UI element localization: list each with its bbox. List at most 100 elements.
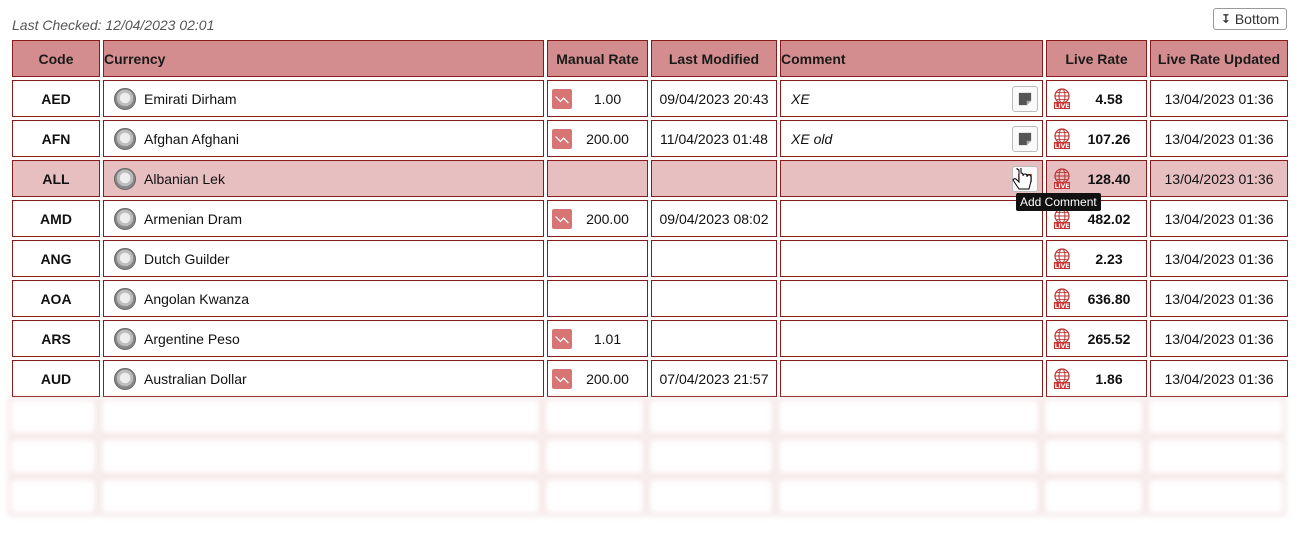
live-rate-value: 128.40 (1087, 170, 1131, 187)
cell-comment (780, 240, 1043, 277)
cell-currency: Emirati Dirham (103, 80, 544, 117)
cell-live-rate-updated: 13/04/2023 01:36 (1150, 200, 1288, 237)
cell-code: ARS (12, 320, 100, 357)
cell-last-modified (651, 280, 777, 317)
coin-stack-icon (114, 287, 136, 310)
currency-rates-table: Code Currency Manual Rate Last Modified … (9, 37, 1291, 400)
trend-chart-icon[interactable] (552, 328, 572, 349)
cell-currency: Afghan Afghani (103, 120, 544, 157)
cell-live-rate-updated: 13/04/2023 01:36 (1150, 280, 1288, 317)
currency-name: Argentine Peso (144, 330, 240, 347)
manual-rate-value: 1.00 (593, 90, 622, 107)
column-header-live-rate[interactable]: Live Rate (1046, 40, 1147, 77)
cell-live-rate: LIVE 4.58 (1046, 80, 1147, 117)
trend-chart-icon[interactable] (552, 88, 572, 109)
cell-live-rate-updated: 13/04/2023 01:36 (1150, 120, 1288, 157)
cell-manual-rate[interactable]: 1.01 (547, 320, 648, 357)
cell-comment: XE (780, 80, 1043, 117)
comment-text: XE old (791, 130, 833, 147)
cell-live-rate: LIVE 1.86 (1046, 360, 1147, 397)
cell-comment (780, 160, 1043, 197)
svg-text:LIVE: LIVE (1055, 383, 1070, 390)
cell-last-modified: 11/04/2023 01:48 (651, 120, 777, 157)
table-row[interactable]: ARS Argentine Peso 1.01 LIVE 265.52 13/0… (12, 320, 1288, 357)
table-row[interactable]: AFN Afghan Afghani 200.00 11/04/2023 01:… (12, 120, 1288, 157)
top-bar: Last Checked: 12/04/2023 02:01 ↧ Bottom (0, 0, 1301, 40)
currency-name: Australian Dollar (144, 370, 247, 387)
manual-rate-value: 1.01 (593, 330, 622, 347)
cell-manual-rate[interactable]: 200.00 (547, 360, 648, 397)
cell-manual-rate[interactable]: 1.00 (547, 80, 648, 117)
cell-live-rate: LIVE 107.26 (1046, 120, 1147, 157)
table-row[interactable]: AUD Australian Dollar 200.00 07/04/2023 … (12, 360, 1288, 397)
cell-code: AMD (12, 200, 100, 237)
currency-name: Emirati Dirham (144, 90, 237, 107)
globe-live-icon: LIVE (1052, 87, 1072, 110)
table-row[interactable]: ALL Albanian Lek LIVE 128.40 13/04/2023 … (12, 160, 1288, 197)
column-header-code[interactable]: Code (12, 40, 100, 77)
cell-code: ALL (12, 160, 100, 197)
cell-code: AED (12, 80, 100, 117)
cell-currency: Argentine Peso (103, 320, 544, 357)
live-rate-value: 482.02 (1087, 210, 1131, 227)
coin-stack-icon (114, 367, 136, 390)
column-header-live-rate-updated[interactable]: Live Rate Updated (1150, 40, 1288, 77)
trend-chart-icon[interactable] (552, 128, 572, 149)
currency-name: Angolan Kwanza (144, 290, 250, 307)
trend-chart-icon[interactable] (552, 208, 572, 229)
column-header-currency[interactable]: Currency (103, 40, 544, 77)
edit-comment-button[interactable] (1012, 85, 1038, 112)
edit-comment-button[interactable] (1012, 125, 1038, 152)
table-row[interactable]: AED Emirati Dirham 1.00 09/04/2023 20:43… (12, 80, 1288, 117)
cell-comment (780, 360, 1043, 397)
globe-live-icon: LIVE (1052, 327, 1072, 350)
cell-manual-rate[interactable] (547, 160, 648, 197)
cell-currency: Angolan Kwanza (103, 280, 544, 317)
currency-name: Armenian Dram (144, 210, 243, 227)
live-rate-value: 4.58 (1095, 90, 1123, 107)
cell-code: ANG (12, 240, 100, 277)
comment-text: XE (791, 90, 810, 107)
last-checked-text: Last Checked: 12/04/2023 02:01 (12, 17, 215, 33)
table-row[interactable]: ANG Dutch Guilder LIVE 2.23 13/04/2023 0… (12, 240, 1288, 277)
globe-live-icon: LIVE (1052, 287, 1072, 310)
cell-live-rate: LIVE 636.80 (1046, 280, 1147, 317)
cell-currency: Dutch Guilder (103, 240, 544, 277)
arrow-down-icon: ↧ (1220, 12, 1231, 26)
currency-name: Albanian Lek (144, 170, 225, 187)
cell-currency: Armenian Dram (103, 200, 544, 237)
globe-live-icon: LIVE (1052, 167, 1072, 190)
coin-stack-icon (114, 327, 136, 350)
faded-more-rows (9, 398, 1293, 538)
cell-manual-rate[interactable] (547, 240, 648, 277)
svg-text:LIVE: LIVE (1055, 143, 1070, 150)
svg-text:LIVE: LIVE (1055, 183, 1070, 190)
cell-last-modified: 07/04/2023 21:57 (651, 360, 777, 397)
column-header-last-modified[interactable]: Last Modified (651, 40, 777, 77)
cell-live-rate: LIVE 265.52 (1046, 320, 1147, 357)
cell-live-rate-updated: 13/04/2023 01:36 (1150, 320, 1288, 357)
cell-manual-rate[interactable]: 200.00 (547, 200, 648, 237)
live-rate-value: 2.23 (1095, 250, 1123, 267)
currency-name: Dutch Guilder (144, 250, 230, 267)
live-rate-value: 1.86 (1095, 370, 1123, 387)
cell-code: AOA (12, 280, 100, 317)
cell-comment: XE old (780, 120, 1043, 157)
cell-manual-rate[interactable] (547, 280, 648, 317)
column-header-comment[interactable]: Comment (780, 40, 1043, 77)
cell-manual-rate[interactable]: 200.00 (547, 120, 648, 157)
table-row[interactable]: AOA Angolan Kwanza LIVE 636.80 13/04/202… (12, 280, 1288, 317)
cell-live-rate-updated: 13/04/2023 01:36 (1150, 240, 1288, 277)
scroll-bottom-button[interactable]: ↧ Bottom (1213, 8, 1287, 30)
globe-live-icon: LIVE (1052, 247, 1072, 270)
cell-currency: Albanian Lek (103, 160, 544, 197)
bottom-button-label: Bottom (1234, 11, 1280, 27)
trend-chart-icon[interactable] (552, 368, 572, 389)
cell-last-modified: 09/04/2023 20:43 (651, 80, 777, 117)
cell-comment (780, 280, 1043, 317)
globe-live-icon: LIVE (1052, 367, 1072, 390)
coin-stack-icon (114, 167, 136, 190)
column-header-manual-rate[interactable]: Manual Rate (547, 40, 648, 77)
cell-code: AFN (12, 120, 100, 157)
svg-text:LIVE: LIVE (1055, 103, 1070, 110)
